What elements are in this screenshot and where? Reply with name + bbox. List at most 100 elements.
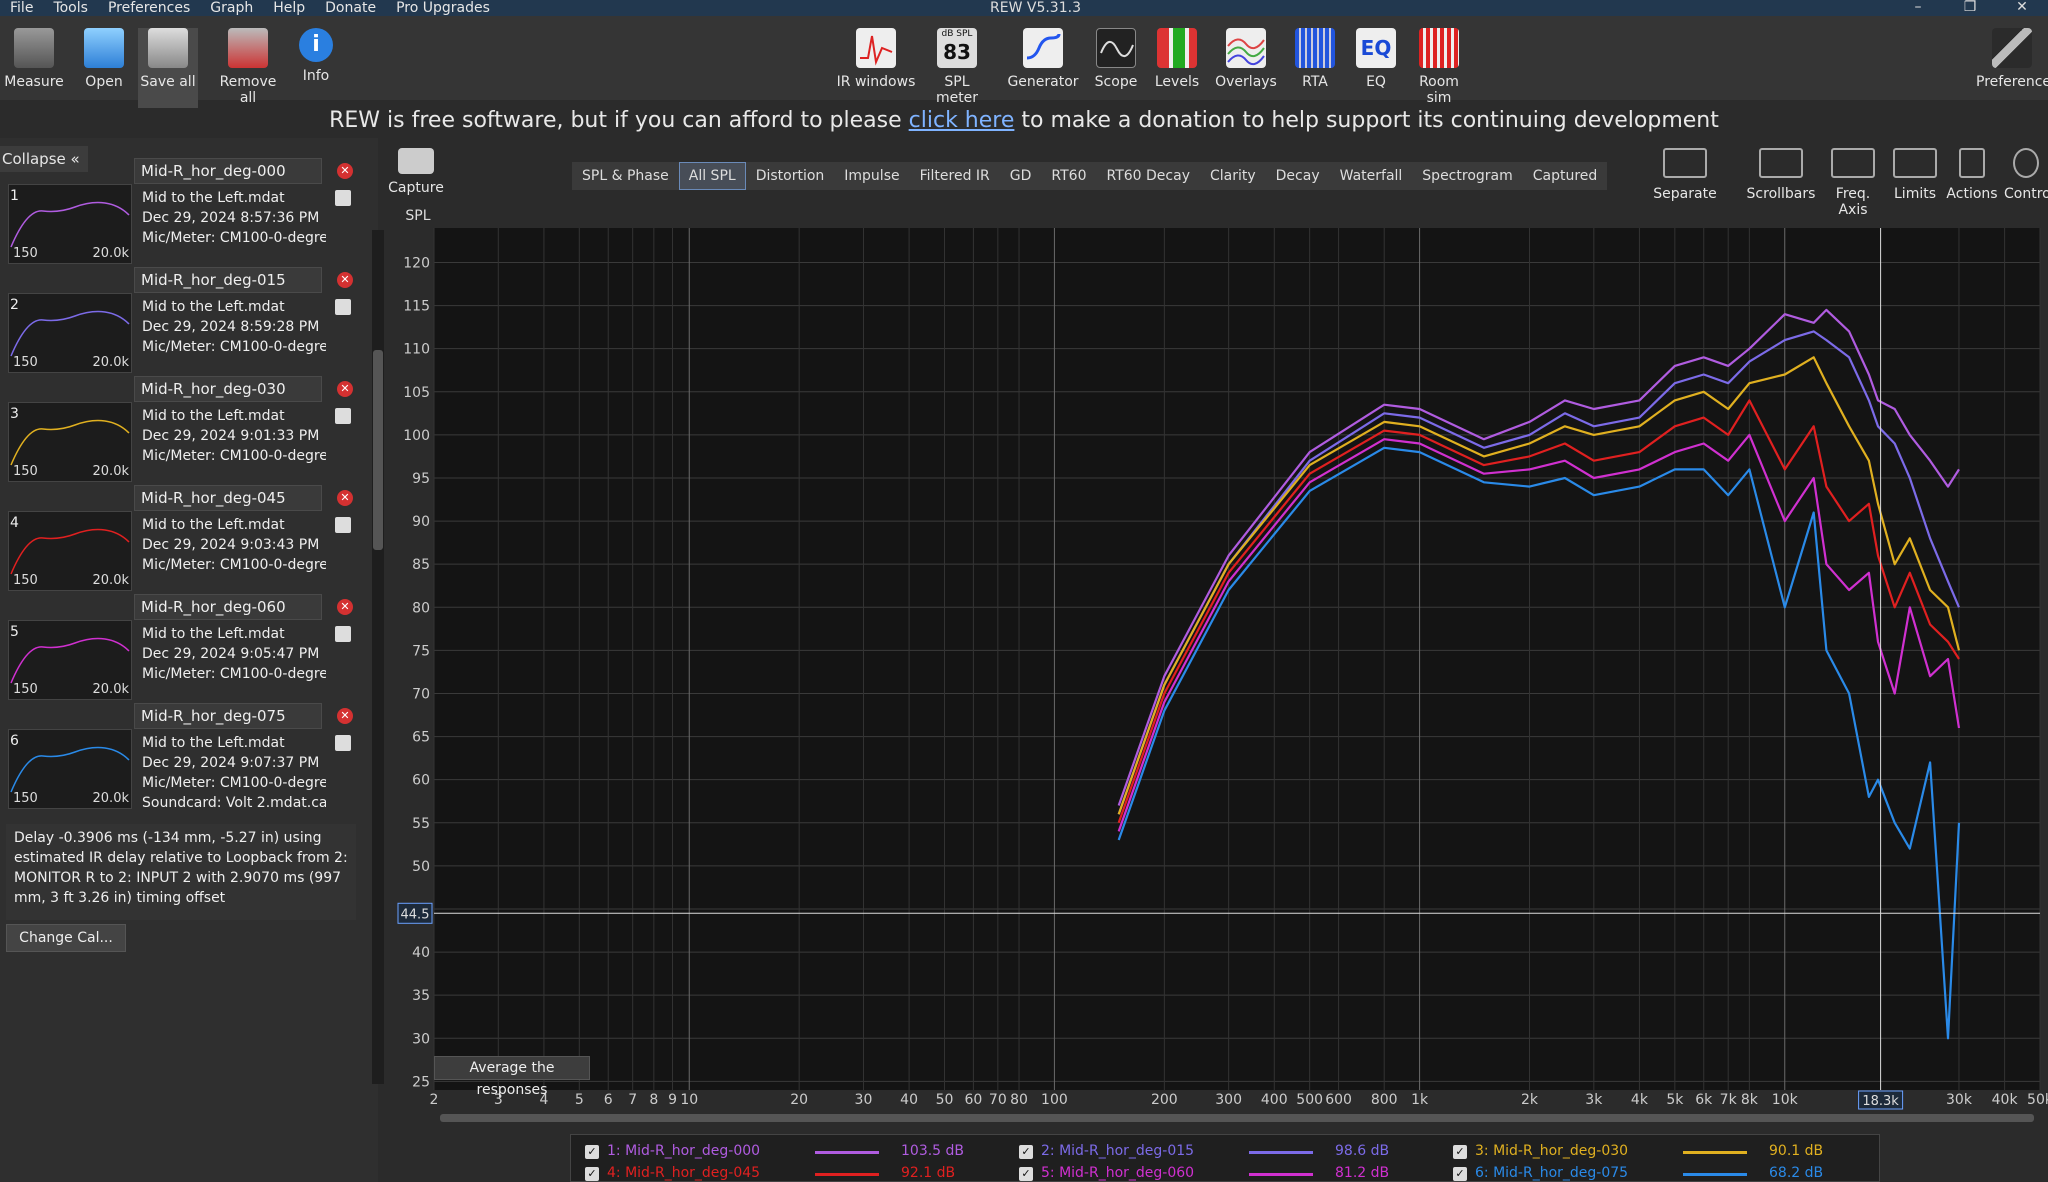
edit-notes-icon[interactable] xyxy=(335,626,351,642)
tab-captured[interactable]: Captured xyxy=(1522,162,1608,190)
overlays-icon xyxy=(1226,28,1266,68)
chevron-left-icon: « xyxy=(70,150,80,168)
donation-link[interactable]: click here xyxy=(909,108,1015,133)
measurement-info: Mid to the Left.mdat Dec 29, 2024 9:03:43… xyxy=(142,517,326,573)
x-tick-label: 100 xyxy=(1041,1092,1068,1108)
freq-axis-button[interactable]: Freq. Axis xyxy=(1820,148,1886,218)
preferences-button[interactable]: Preferences xyxy=(1976,28,2048,108)
generator-button[interactable]: Generator xyxy=(1006,28,1080,108)
tab-all-spl[interactable]: All SPL xyxy=(678,162,746,190)
capture-button[interactable]: Capture xyxy=(388,148,444,196)
scope-button[interactable]: Scope xyxy=(1090,28,1142,108)
limits-button[interactable]: Limits xyxy=(1890,148,1940,202)
x-tick-label: 50k xyxy=(2027,1092,2048,1108)
measurement-thumbnail[interactable]: 150 20.0k xyxy=(8,402,132,482)
eq-button[interactable]: EQ EQ xyxy=(1352,28,1400,108)
delete-measurement-icon[interactable]: ✕ xyxy=(337,163,353,179)
remove-all-button[interactable]: Remove all xyxy=(210,28,286,108)
spl-meter-button[interactable]: dB SPL 83 SPL meter xyxy=(922,28,992,108)
y-tick-label: 80 xyxy=(412,600,430,616)
measurement-index: 6 xyxy=(10,733,19,749)
measurement-index: 3 xyxy=(10,406,19,422)
x-tick-label: 600 xyxy=(1325,1092,1352,1108)
measurement-name-field[interactable]: Mid-R_hor_deg-030 xyxy=(134,376,322,402)
rta-button[interactable]: RTA xyxy=(1290,28,1340,108)
menu-preferences[interactable]: Preferences xyxy=(98,0,200,16)
measurement-thumbnail[interactable]: 150 20.0k xyxy=(8,184,132,264)
collapse-button[interactable]: Collapse « xyxy=(0,146,88,172)
gear-icon xyxy=(2013,148,2039,178)
edit-notes-icon[interactable] xyxy=(335,408,351,424)
legend-checkbox[interactable]: ✓ xyxy=(1453,1167,1467,1181)
info-button[interactable]: i Info xyxy=(296,28,336,108)
measurement-name-field[interactable]: Mid-R_hor_deg-015 xyxy=(134,267,322,293)
x-tick-label: 80 xyxy=(1010,1092,1028,1108)
room-sim-button[interactable]: Room sim xyxy=(1406,28,1472,108)
measurement-name-field[interactable]: Mid-R_hor_deg-000 xyxy=(134,158,322,184)
legend-checkbox[interactable]: ✓ xyxy=(585,1167,599,1181)
edit-notes-icon[interactable] xyxy=(335,517,351,533)
close-button[interactable]: ✕ xyxy=(1996,0,2048,14)
edit-notes-icon[interactable] xyxy=(335,190,351,206)
tab-impulse[interactable]: Impulse xyxy=(834,162,910,190)
legend-checkbox[interactable]: ✓ xyxy=(1019,1145,1033,1159)
menu-graph[interactable]: Graph xyxy=(200,0,263,16)
tab-spl-phase[interactable]: SPL & Phase xyxy=(572,162,679,190)
x-tick-label: 400 xyxy=(1261,1092,1288,1108)
tab-waterfall[interactable]: Waterfall xyxy=(1329,162,1413,190)
tab-distortion[interactable]: Distortion xyxy=(745,162,835,190)
tab-rt60[interactable]: RT60 xyxy=(1041,162,1097,190)
tab-clarity[interactable]: Clarity xyxy=(1199,162,1266,190)
tab-decay[interactable]: Decay xyxy=(1265,162,1330,190)
edit-notes-icon[interactable] xyxy=(335,735,351,751)
delete-measurement-icon[interactable]: ✕ xyxy=(337,708,353,724)
legend-checkbox[interactable]: ✓ xyxy=(1453,1145,1467,1159)
delete-measurement-icon[interactable]: ✕ xyxy=(337,490,353,506)
edit-notes-icon[interactable] xyxy=(335,299,351,315)
measurement-thumbnail[interactable]: 150 20.0k xyxy=(8,620,132,700)
controls-button[interactable]: Controls xyxy=(2004,148,2048,202)
measurement-thumbnail[interactable]: 150 20.0k xyxy=(8,729,132,809)
delete-measurement-icon[interactable]: ✕ xyxy=(337,599,353,615)
tab-filtered-ir[interactable]: Filtered IR xyxy=(909,162,1000,190)
measurement-name-field[interactable]: Mid-R_hor_deg-045 xyxy=(134,485,322,511)
actions-button[interactable]: Actions xyxy=(1944,148,2000,202)
minimize-button[interactable]: – xyxy=(1892,0,1944,14)
menu-pro-upgrades[interactable]: Pro Upgrades xyxy=(386,0,500,16)
y-tick-label: 55 xyxy=(412,816,430,832)
separate-button[interactable]: Separate xyxy=(1652,148,1718,202)
tab-spectrogram[interactable]: Spectrogram xyxy=(1412,162,1523,190)
scrollbars-button[interactable]: Scrollbars xyxy=(1744,148,1818,202)
legend-checkbox[interactable]: ✓ xyxy=(585,1145,599,1159)
open-button[interactable]: Open xyxy=(74,28,134,108)
sidebar-scrollbar[interactable] xyxy=(372,230,384,1084)
legend-swatch xyxy=(1249,1151,1313,1154)
x-tick-label: 3k xyxy=(1585,1092,1603,1108)
legend-checkbox[interactable]: ✓ xyxy=(1019,1167,1033,1181)
chart-series xyxy=(1117,308,1961,1040)
save-all-button[interactable]: Save all xyxy=(138,28,198,108)
change-cal-button[interactable]: Change Cal... xyxy=(6,924,126,952)
menu-donate[interactable]: Donate xyxy=(315,0,386,16)
overlays-button[interactable]: Overlays xyxy=(1214,28,1278,108)
measurement-thumbnail[interactable]: 150 20.0k xyxy=(8,511,132,591)
menu-tools[interactable]: Tools xyxy=(43,0,98,16)
measurement-item[interactable]: Mid-R_hor_deg-075 ✕ 150 20.0k 6 Mid to the Le… xyxy=(4,703,362,829)
menu-file[interactable]: File xyxy=(0,0,43,16)
ir-windows-button[interactable]: IR windows xyxy=(836,28,916,108)
y-axis-label: SPL xyxy=(405,208,430,224)
measurement-name-field[interactable]: Mid-R_hor_deg-075 xyxy=(134,703,322,729)
measurement-name-field[interactable]: Mid-R_hor_deg-060 xyxy=(134,594,322,620)
delete-measurement-icon[interactable]: ✕ xyxy=(337,381,353,397)
measurement-thumbnail[interactable]: 150 20.0k xyxy=(8,293,132,373)
measure-button[interactable]: Measure xyxy=(4,28,64,108)
levels-button[interactable]: Levels xyxy=(1152,28,1202,108)
tab-rt60-decay[interactable]: RT60 Decay xyxy=(1096,162,1200,190)
tab-gd[interactable]: GD xyxy=(999,162,1042,190)
scrollbar-thumb[interactable] xyxy=(373,350,383,550)
x-tick-label: 500 xyxy=(1296,1092,1323,1108)
menu-help[interactable]: Help xyxy=(263,0,315,16)
delete-measurement-icon[interactable]: ✕ xyxy=(337,272,353,288)
restore-button[interactable]: ❐ xyxy=(1944,0,1996,14)
average-responses-button[interactable]: Average the responses xyxy=(434,1056,590,1098)
